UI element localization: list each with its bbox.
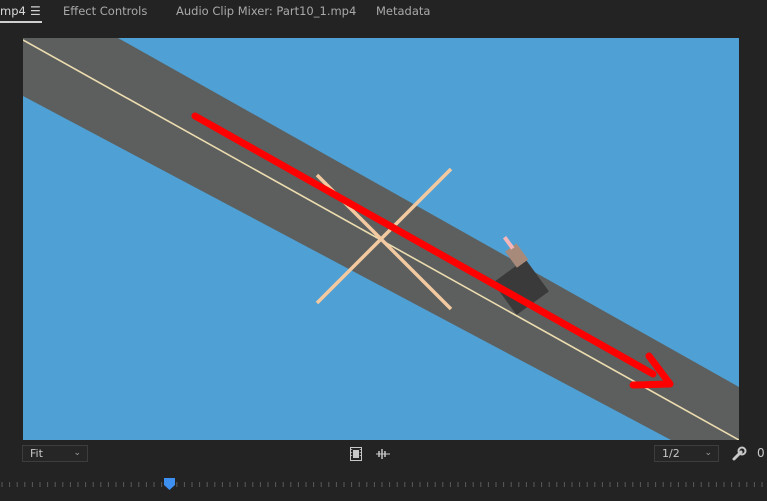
tab-audio-clip-mixer[interactable]: Audio Clip Mixer: Part10_1.mp4 <box>176 0 356 24</box>
direction-arrow <box>191 112 674 389</box>
program-monitor-viewport[interactable] <box>23 38 739 440</box>
playback-resolution-dropdown[interactable]: 1/2 ⌄ <box>654 445 719 462</box>
film-strip-icon[interactable] <box>350 446 362 462</box>
playback-resolution-value: 1/2 <box>662 447 680 460</box>
tab-label: Audio Clip Mixer: Part10_1.mp4 <box>176 4 357 18</box>
panel-tab-bar: mp4 ☰ Effect Controls Audio Clip Mixer: … <box>0 0 767 24</box>
zoom-fit-dropdown[interactable]: Fit ⌄ <box>22 445 88 462</box>
time-ruler-ticks <box>1 482 763 487</box>
tab-label: Metadata <box>376 4 431 18</box>
settings-value: 0 <box>757 446 765 460</box>
chevron-down-icon: ⌄ <box>704 448 712 458</box>
video-frame <box>23 38 739 440</box>
tab-metadata[interactable]: Metadata <box>376 0 430 24</box>
audio-scrub-icon[interactable] <box>375 446 391 462</box>
chevron-down-icon: ⌄ <box>73 448 81 458</box>
active-tab-underline <box>0 21 42 23</box>
zoom-fit-value: Fit <box>30 447 43 460</box>
time-ruler[interactable] <box>0 470 767 501</box>
wrench-icon[interactable] <box>731 446 747 462</box>
hamburger-menu-icon[interactable]: ☰ <box>30 2 41 20</box>
tab-label: mp4 <box>0 4 26 18</box>
tab-label: Effect Controls <box>63 4 148 18</box>
tab-effect-controls[interactable]: Effect Controls <box>63 0 147 24</box>
playhead-marker[interactable] <box>164 475 175 490</box>
